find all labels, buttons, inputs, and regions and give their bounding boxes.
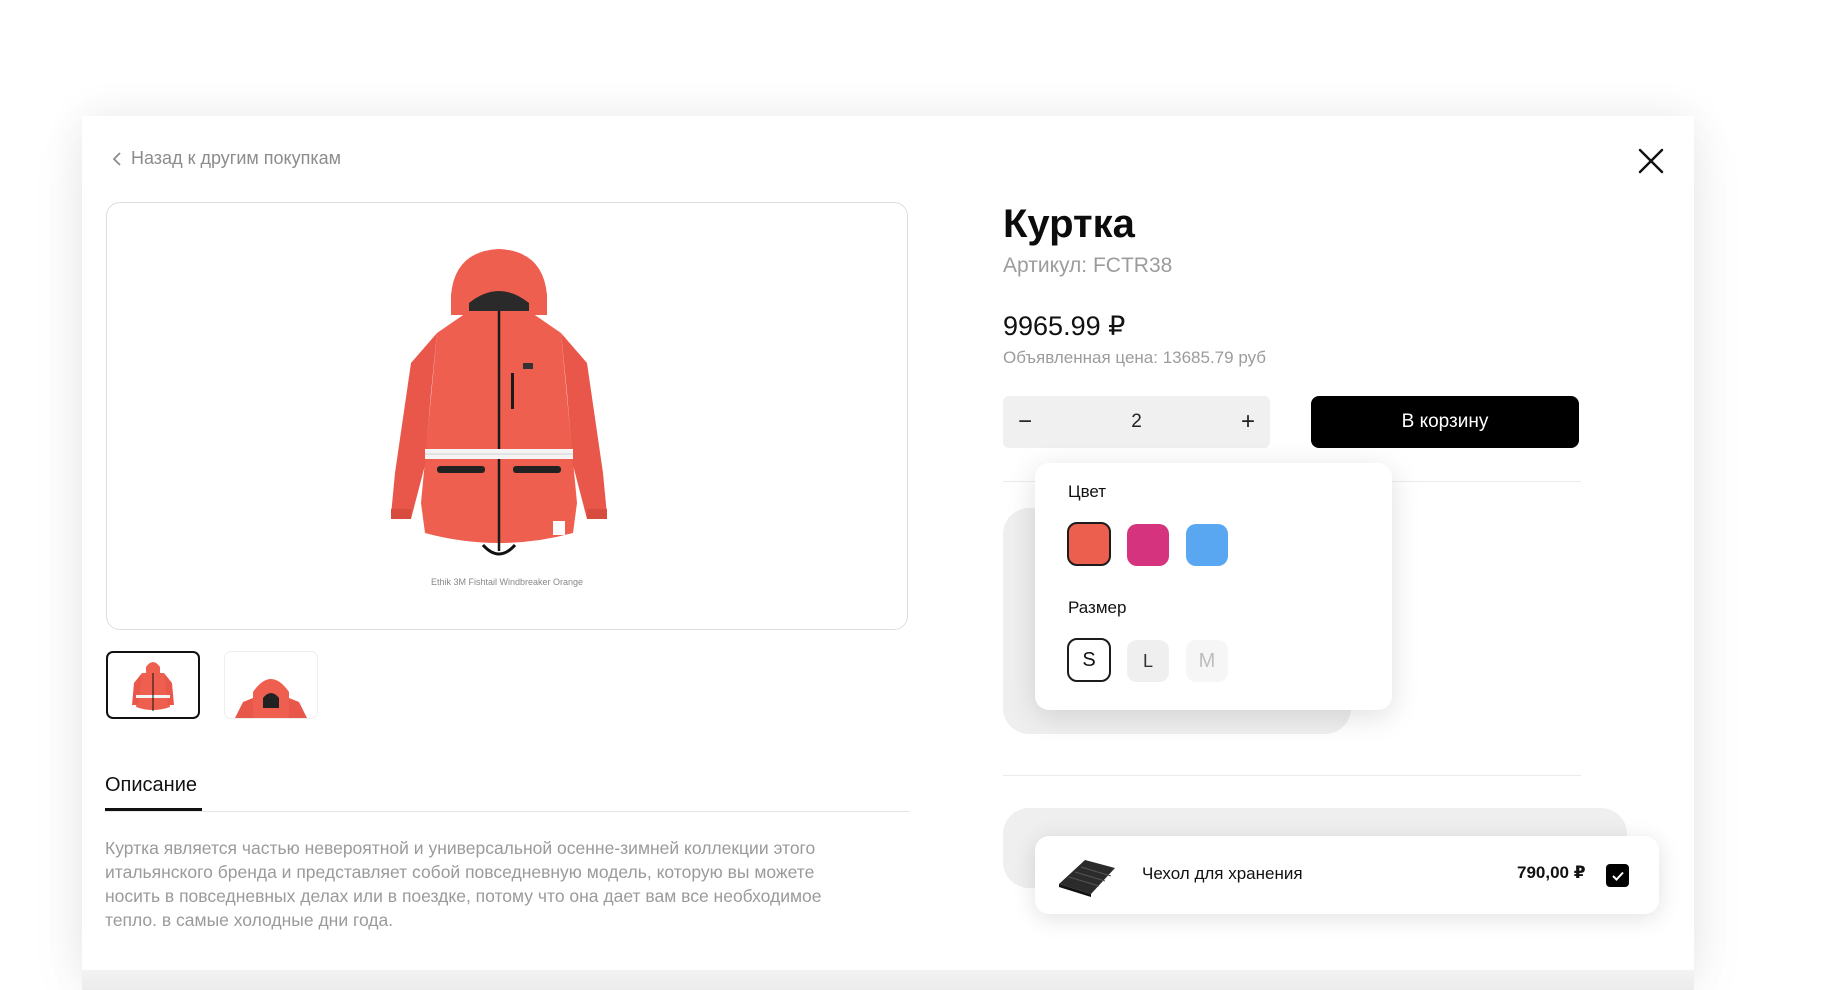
modal-bottom-edge [82, 970, 1694, 990]
addon-name: Чехол для хранения [1142, 864, 1303, 883]
options-popover: Цвет Размер S L M [1035, 463, 1392, 710]
description-line: итальянского бренда и представляет собой… [105, 862, 815, 882]
tab-active-indicator [105, 808, 202, 811]
product-main-image: Ethik 3M Fishtail Windbreaker Orange [106, 202, 908, 630]
color-swatch-pink[interactable] [1127, 524, 1169, 566]
storage-cover-image [1059, 860, 1115, 897]
jacket-hood-thumbnail [235, 679, 307, 718]
quantity-stepper: − 2 + [1003, 396, 1270, 448]
addon-checkbox[interactable] [1606, 864, 1629, 887]
increase-button[interactable]: + [1226, 396, 1270, 448]
addon-card[interactable]: Чехол для хранения 790,00 ₽ [1035, 836, 1659, 914]
addon-price: 790,00 ₽ [1517, 863, 1586, 882]
add-to-cart-button[interactable]: В корзину [1311, 396, 1579, 448]
product-old-price: Объявленная цена: 13685.79 руб [1003, 348, 1267, 367]
description-line: носить в повседневных делах или в поездк… [105, 886, 822, 906]
back-link[interactable]: Назад к другим покупкам [111, 148, 341, 169]
close-icon[interactable] [1636, 146, 1666, 176]
product-description: Куртка является частью невероятной и уни… [105, 836, 905, 932]
size-option-s[interactable]: S [1067, 638, 1111, 682]
divider [1003, 775, 1581, 776]
back-link-label: Назад к другим покупкам [131, 148, 341, 168]
decrease-button[interactable]: − [1003, 396, 1047, 448]
quantity-value: 2 [1131, 411, 1142, 432]
chevron-left-icon [112, 151, 121, 166]
size-label: Размер [1068, 598, 1127, 617]
jacket-image [391, 249, 607, 556]
jacket-thumbnail [132, 662, 174, 711]
description-line: Куртка является частью невероятной и уни… [105, 838, 816, 858]
size-option-l[interactable]: L [1127, 640, 1169, 682]
product-sku: Артикул: FCTR38 [1003, 254, 1173, 277]
image-caption: Ethik 3M Fishtail Windbreaker Orange [430, 577, 584, 587]
product-price: 9965.99 ₽ [1003, 311, 1126, 341]
size-option-m[interactable]: M [1186, 640, 1228, 682]
color-swatch-blue[interactable] [1186, 524, 1228, 566]
description-line: тепло. в самые холодные дни года. [105, 910, 394, 930]
color-label: Цвет [1068, 482, 1107, 501]
tabs-divider [105, 811, 910, 812]
product-title: Куртка [1003, 202, 1135, 246]
color-swatch-orange[interactable] [1067, 522, 1111, 566]
thumbnail-hood[interactable] [224, 651, 318, 719]
thumbnail-front[interactable] [106, 651, 200, 719]
checkmark-icon [1611, 871, 1624, 881]
tab-description[interactable]: Описание [105, 774, 197, 797]
